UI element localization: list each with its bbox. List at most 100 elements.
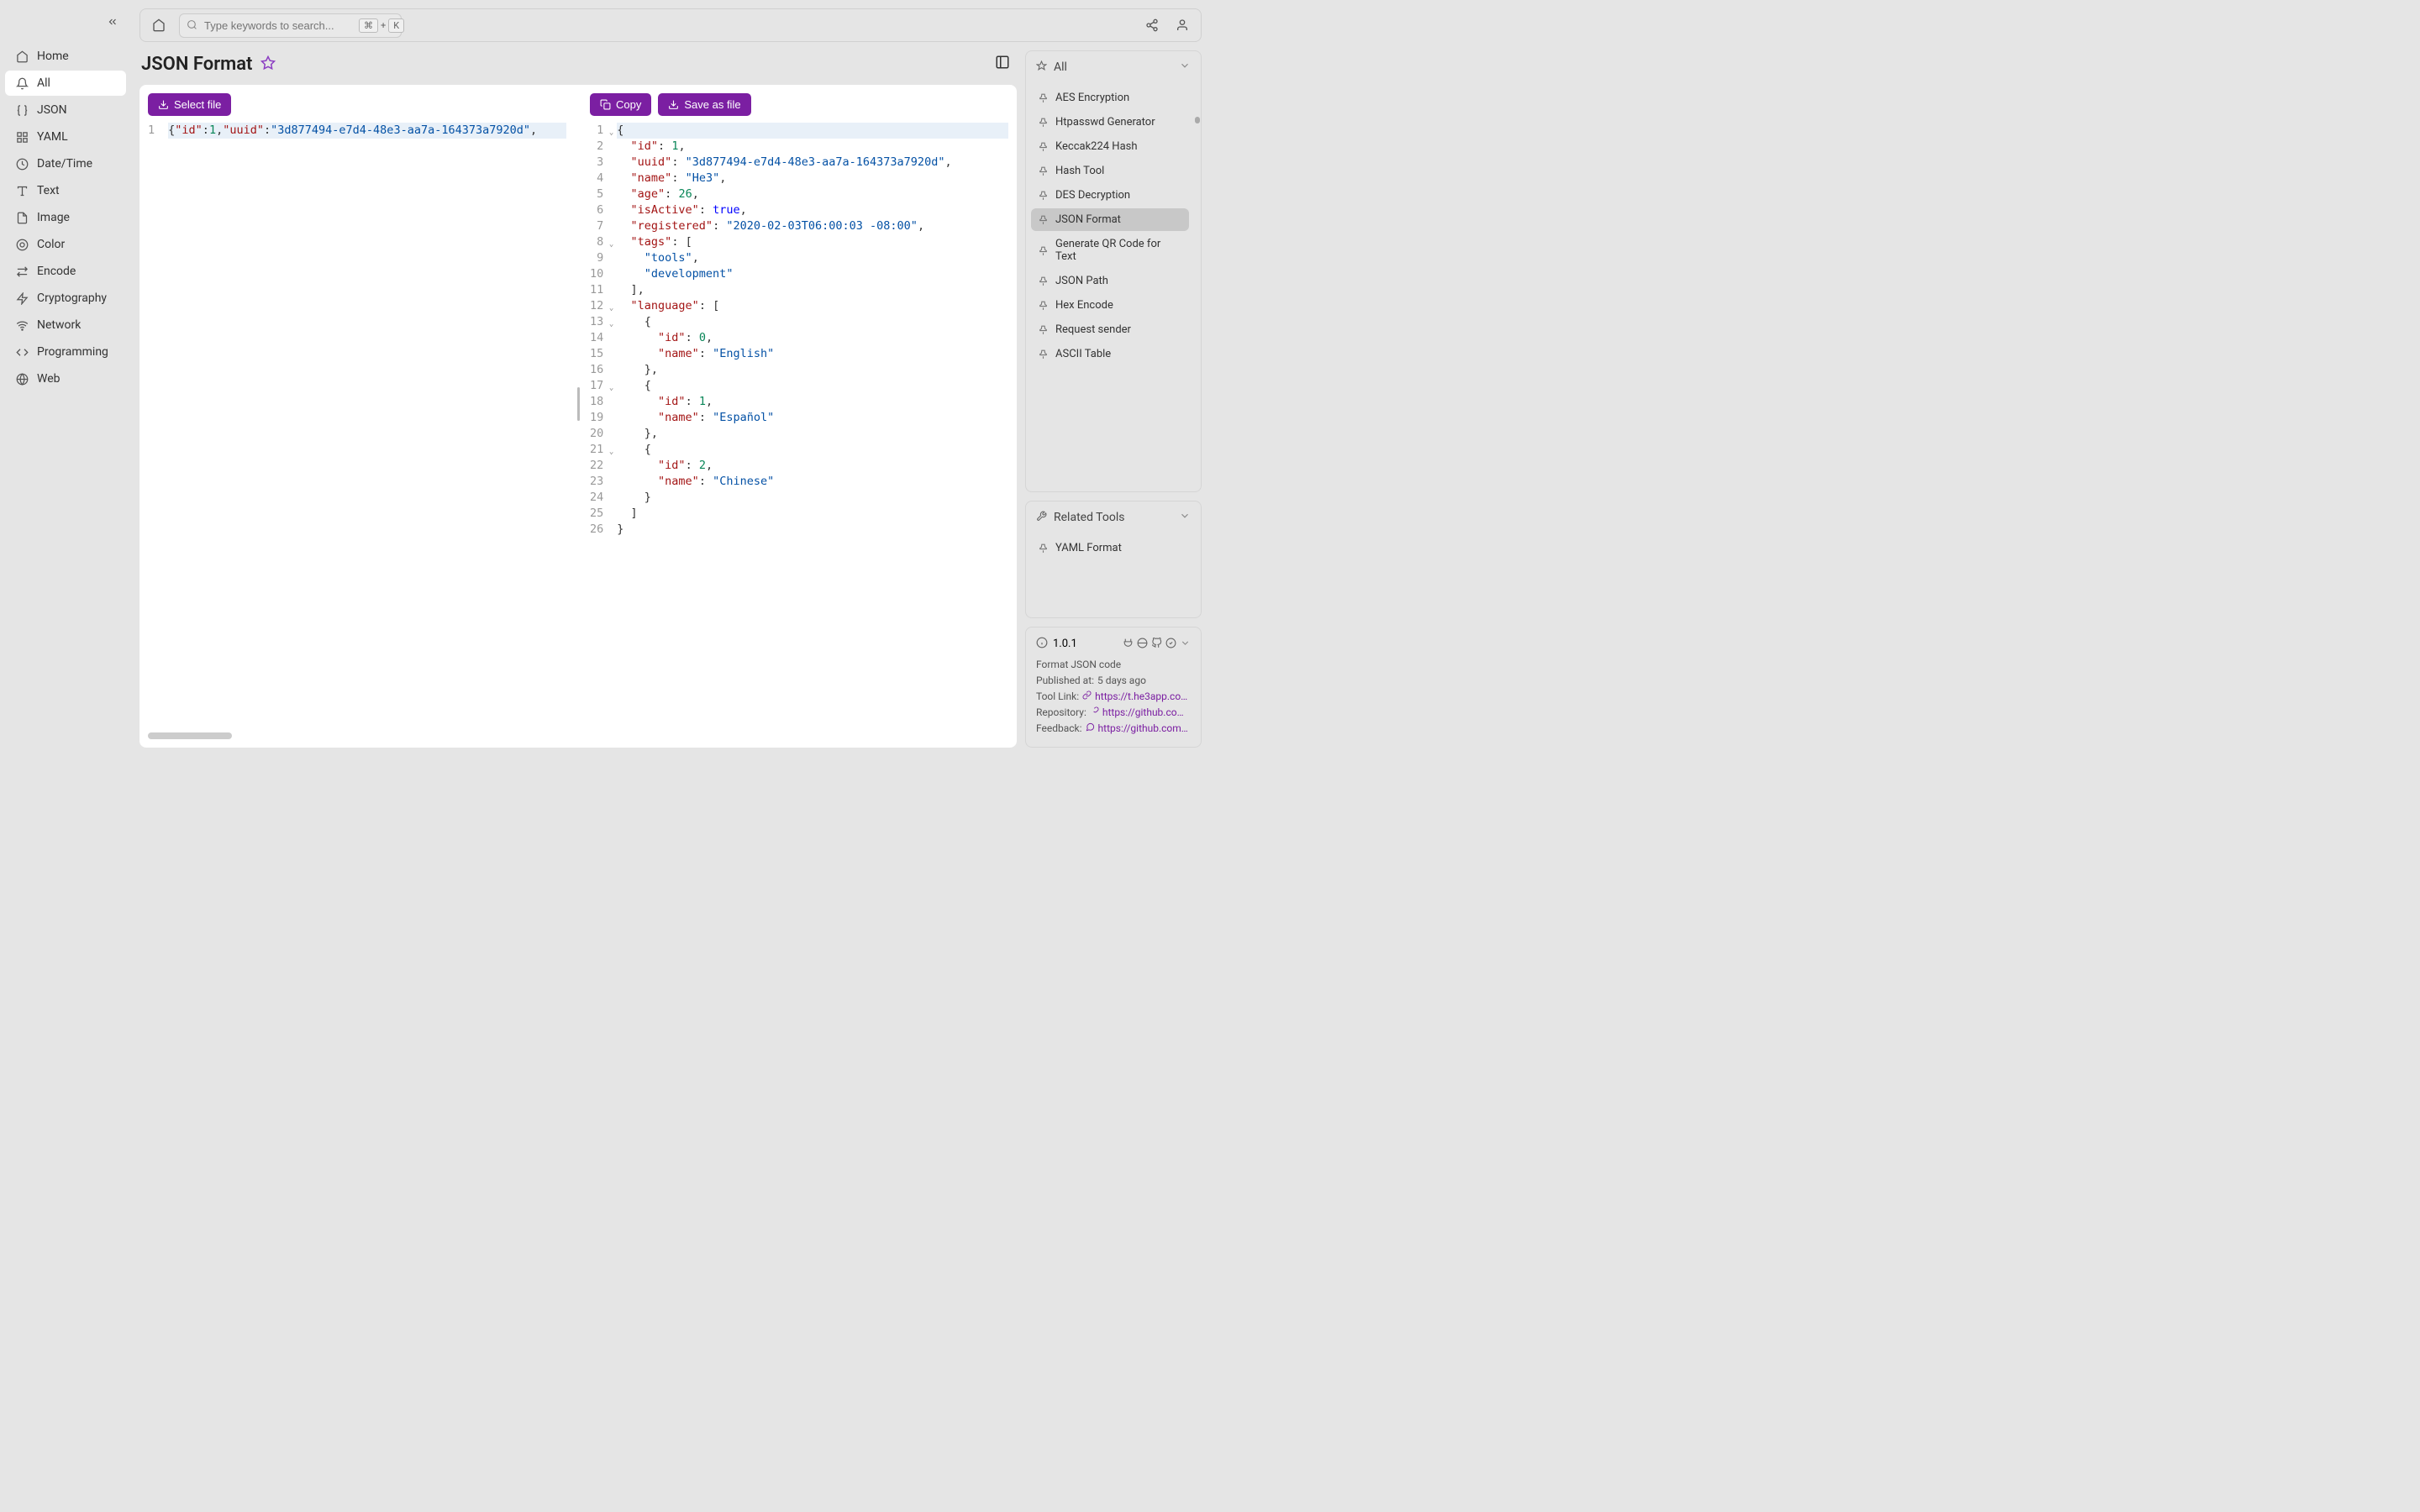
pin-icon xyxy=(1036,60,1047,75)
sidebar-item-label: Image xyxy=(37,211,70,224)
link-icon xyxy=(1090,706,1099,718)
tool-item[interactable]: DES Decryption xyxy=(1031,184,1189,207)
sidebar-item-programming[interactable]: Programming xyxy=(5,339,126,365)
version-feedback: Feedback: https://github.com/… xyxy=(1036,722,1191,734)
sidebar-item-text[interactable]: Text xyxy=(5,178,126,203)
github-icon[interactable] xyxy=(1151,636,1162,652)
tool-item[interactable]: Generate QR Code for Text xyxy=(1031,233,1189,268)
related-tools-panel: Related Tools YAML Format xyxy=(1025,501,1202,618)
tool-item[interactable]: JSON Path xyxy=(1031,270,1189,292)
version-number: 1.0.1 xyxy=(1053,638,1077,650)
search-input[interactable] xyxy=(204,19,352,32)
version-published: Published at: 5 days ago xyxy=(1036,675,1191,686)
file-icon xyxy=(15,211,29,224)
search-icon xyxy=(187,18,197,34)
editor-input: Select file 1 {"id":1,"uuid":"3d877494-e… xyxy=(148,93,566,739)
sidebar-item-datetime[interactable]: Date/Time xyxy=(5,151,126,176)
sidebar-item-label: Text xyxy=(37,184,60,197)
text-icon xyxy=(15,184,29,197)
page-title: JSON Format xyxy=(141,54,252,75)
grid-icon xyxy=(15,130,29,144)
globe-icon[interactable] xyxy=(1137,636,1148,652)
sidebar-item-home[interactable]: Home xyxy=(5,44,126,69)
version-description: Format JSON code xyxy=(1036,659,1191,670)
sidebar-item-label: Color xyxy=(37,238,65,251)
version-repository: Repository: https://github.com… xyxy=(1036,706,1191,718)
sidebar-item-web[interactable]: Web xyxy=(5,366,126,391)
sidebar-item-json[interactable]: JSON xyxy=(5,97,126,123)
panel-toggle-icon[interactable] xyxy=(995,55,1015,75)
arrows-icon xyxy=(15,265,29,278)
tool-item[interactable]: Htpasswd Generator xyxy=(1031,111,1189,134)
tool-item[interactable]: Hex Encode xyxy=(1031,294,1189,317)
check-icon[interactable] xyxy=(1165,636,1176,652)
content: JSON Format Select file xyxy=(139,50,1202,748)
all-tools-header[interactable]: All xyxy=(1026,51,1201,83)
sidebar-item-label: Programming xyxy=(37,345,108,359)
chevron-down-icon xyxy=(1179,510,1191,525)
kbd-shortcut: ⌘ + K xyxy=(359,18,404,33)
sidebar-item-label: Home xyxy=(37,50,69,63)
input-hscrollbar[interactable] xyxy=(148,732,566,739)
topbar: ⌘ + K xyxy=(139,8,1202,42)
clock-icon xyxy=(15,157,29,171)
tool-item[interactable]: JSON Format xyxy=(1031,208,1189,231)
sidebar: Home All JSON YAML Date/Time Text Image xyxy=(0,0,131,756)
search-box[interactable]: ⌘ + K xyxy=(179,13,402,38)
sidebar-item-all[interactable]: All xyxy=(5,71,126,96)
tool-item[interactable]: Hash Tool xyxy=(1031,160,1189,182)
plug-icon[interactable] xyxy=(1123,636,1134,652)
tools-vscrollbar[interactable] xyxy=(1194,83,1201,491)
related-tools-header[interactable]: Related Tools xyxy=(1026,501,1201,533)
main: ⌘ + K JSON Format xyxy=(131,0,1210,756)
chevron-down-icon[interactable] xyxy=(1180,636,1191,652)
select-file-button[interactable]: Select file xyxy=(148,93,231,116)
related-list: YAML Format xyxy=(1026,533,1201,617)
sidebar-item-color[interactable]: Color xyxy=(5,232,126,257)
favorite-star-icon[interactable] xyxy=(260,55,276,74)
share-icon[interactable] xyxy=(1142,15,1162,35)
message-icon xyxy=(1086,722,1095,734)
version-action-icons xyxy=(1123,636,1191,652)
related-tool-item[interactable]: YAML Format xyxy=(1031,537,1196,559)
editor-panel: Select file 1 {"id":1,"uuid":"3d877494-e… xyxy=(139,85,1017,748)
sidebar-item-encode[interactable]: Encode xyxy=(5,259,126,284)
sidebar-item-label: YAML xyxy=(37,130,68,144)
home-icon xyxy=(15,50,29,63)
title-row: JSON Format xyxy=(139,50,1017,78)
sidebar-item-label: Web xyxy=(37,372,60,386)
sidebar-item-yaml[interactable]: YAML xyxy=(5,124,126,150)
output-code-area[interactable]: 1⌄2345678⌄9101112⌄13⌄14151617⌄18192021⌄2… xyxy=(590,123,1008,739)
repo-link[interactable]: https://github.com… xyxy=(1102,706,1191,718)
tools-list: AES EncryptionHtpasswd GeneratorKeccak22… xyxy=(1026,83,1194,491)
info-icon xyxy=(1036,636,1048,652)
tool-item[interactable]: AES Encryption xyxy=(1031,87,1189,109)
tool-item[interactable]: Request sender xyxy=(1031,318,1189,341)
center-column: JSON Format Select file xyxy=(139,50,1017,748)
wifi-icon xyxy=(15,318,29,332)
palette-icon xyxy=(15,238,29,251)
sidebar-item-label: JSON xyxy=(37,103,67,117)
sidebar-item-image[interactable]: Image xyxy=(5,205,126,230)
bell-icon xyxy=(15,76,29,90)
editor-divider[interactable] xyxy=(576,93,580,739)
tool-item[interactable]: Keccak224 Hash xyxy=(1031,135,1189,158)
sidebar-item-cryptography[interactable]: Cryptography xyxy=(5,286,126,311)
tool-link[interactable]: https://t.he3app.co… xyxy=(1095,690,1187,702)
home-button[interactable] xyxy=(149,15,169,35)
globe-icon xyxy=(15,372,29,386)
version-tool-link: Tool Link: https://t.he3app.co… xyxy=(1036,690,1191,702)
collapse-sidebar-icon[interactable] xyxy=(104,13,121,30)
save-as-file-button[interactable]: Save as file xyxy=(658,93,750,116)
braces-icon xyxy=(15,103,29,117)
sidebar-item-label: Cryptography xyxy=(37,291,107,305)
sidebar-item-label: Date/Time xyxy=(37,157,92,171)
copy-button[interactable]: Copy xyxy=(590,93,651,116)
user-icon[interactable] xyxy=(1172,15,1192,35)
sidebar-item-network[interactable]: Network xyxy=(5,312,126,338)
tool-item[interactable]: ASCII Table xyxy=(1031,343,1189,365)
input-code-area[interactable]: 1 {"id":1,"uuid":"3d877494-e7d4-48e3-aa7… xyxy=(148,123,566,722)
feedback-link[interactable]: https://github.com/… xyxy=(1098,722,1191,734)
bolt-icon xyxy=(15,291,29,305)
all-tools-panel: All AES EncryptionHtpasswd GeneratorKecc… xyxy=(1025,50,1202,492)
